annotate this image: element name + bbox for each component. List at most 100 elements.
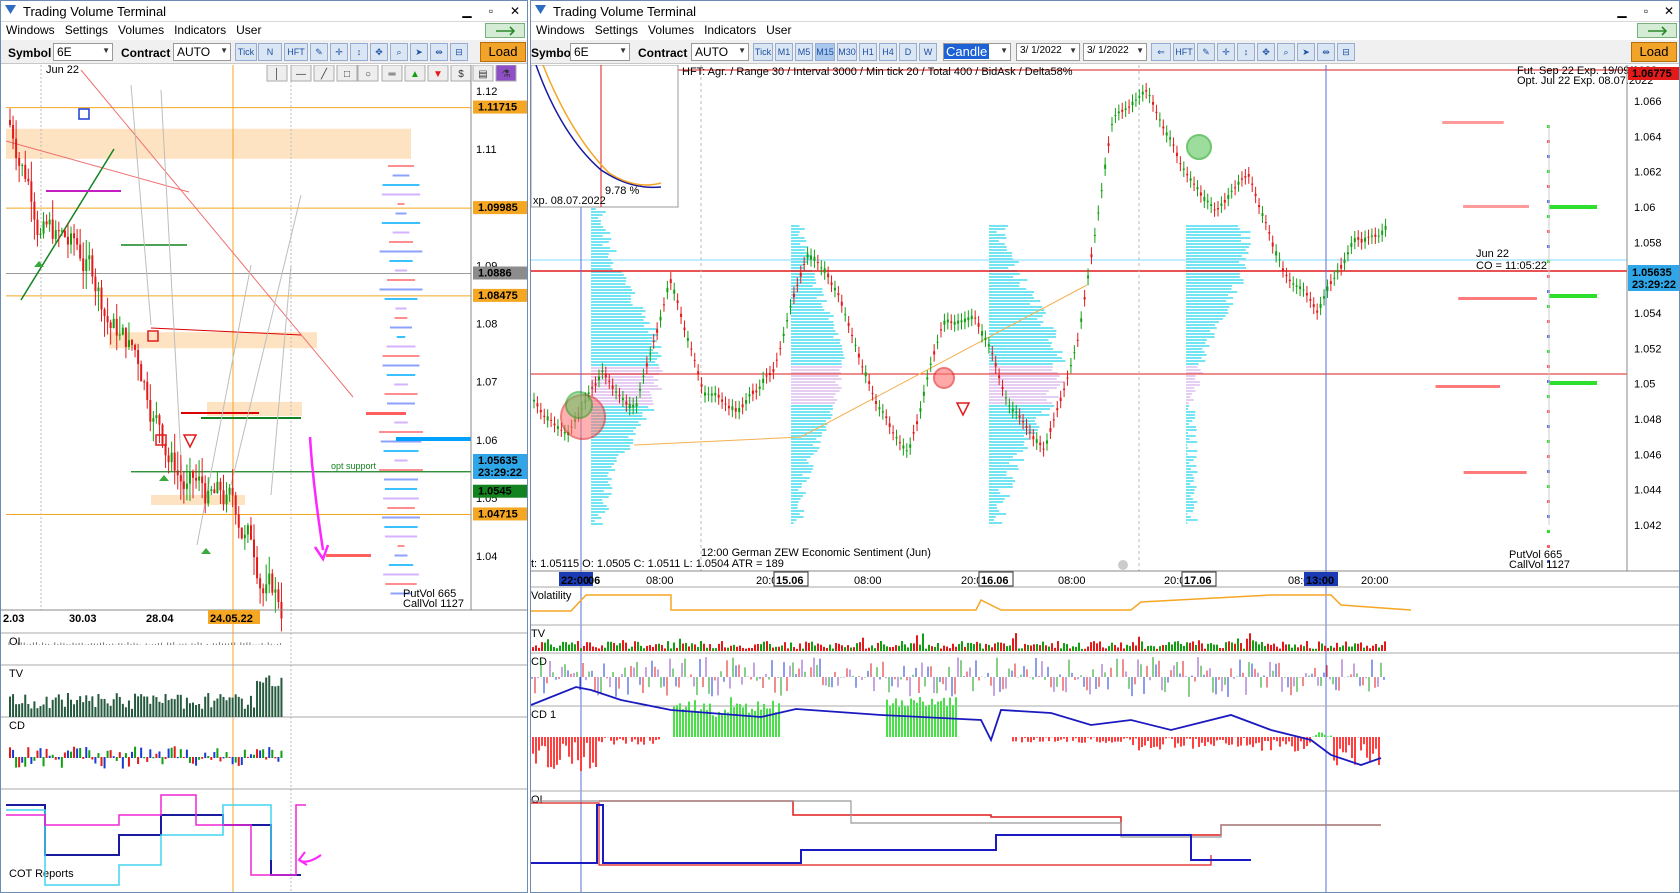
drawing-tool-button[interactable]: ▤ [472,65,494,82]
panel-label: CD [9,720,25,732]
menu-windows[interactable]: Windows [1,22,60,37]
timeframe-m1[interactable]: M1 [775,43,793,61]
symbol-select[interactable]: 6E ▼ [570,43,630,61]
tv-bar [697,646,699,651]
menu-volumes[interactable]: Volumes [113,22,169,37]
cd1-bar [1378,737,1380,765]
volume-profile-bar [791,465,814,467]
cd-bar [9,747,11,758]
right-chart-area[interactable]: 9.78 %xp. 08.07.2022HFT: Agr. / Range 30… [531,65,1680,893]
maximize-icon[interactable]: ▫ [480,3,502,19]
tick-button[interactable]: Tick [235,43,257,61]
pen-icon[interactable]: ✎ [1197,43,1215,61]
cd-bar [274,757,277,759]
drawing-tool-button[interactable]: ○ [357,65,379,82]
cd1-bar [1210,737,1212,745]
contract-select[interactable]: AUTO ▼ [173,43,231,61]
menu-indicators[interactable]: Indicators [699,22,761,37]
timeframe-m15[interactable]: M15 [815,43,835,61]
menu-indicators[interactable]: Indicators [169,22,231,37]
large-trade-circle [933,367,955,389]
drawing-tool-button[interactable]: □ [336,65,358,82]
cd1-bar [1315,734,1317,737]
date-from-picker[interactable]: 3/ 1/2022 ▼ [1016,43,1080,61]
crosshair-icon[interactable]: ✛ [1217,43,1235,61]
timeframe-h4[interactable]: H4 [879,43,897,61]
move-icon[interactable]: ✥ [370,43,388,61]
range-icon[interactable]: ⇹ [430,43,448,61]
refresh-button[interactable] [485,23,525,38]
zoom-icon[interactable]: ⌕ [1277,43,1295,61]
option-level-bar [384,526,418,528]
panel-label: OI [531,794,543,806]
left-chart-area[interactable]: │ — ╱ □ ○ ═ ▲ ▼ $ ▤ ⚗opt support1.121.111.091.081.… [1,65,528,893]
drawing-tool-button[interactable]: ▲ [404,65,426,82]
timeframe-m5[interactable]: M5 [795,43,813,61]
cursor-icon[interactable]: ➤ [1297,43,1315,61]
drawing-tool-button[interactable]: ⚗ [495,65,517,82]
option-level-bar [1442,121,1504,124]
minimize-icon[interactable]: ▁ [456,3,478,19]
drawing-tool-button[interactable]: ▼ [427,65,449,82]
candle-body [1134,99,1137,101]
close-icon[interactable]: ✕ [504,3,526,19]
candle-body [1217,208,1219,210]
refresh-button[interactable] [1637,23,1677,38]
hft-button[interactable]: HFT [1173,43,1195,61]
volume-profile-bar [591,310,646,312]
fit-icon[interactable]: ⊟ [1337,43,1355,61]
timeframe-h1[interactable]: H1 [859,43,877,61]
cd-bar [63,752,66,758]
symbol-select[interactable]: 6E ▼ [53,43,113,61]
zoom-icon[interactable]: ⌕ [390,43,408,61]
vertical-scale-icon[interactable]: ↕ [1237,43,1255,61]
load-button[interactable]: Load [1631,42,1677,62]
fit-icon[interactable]: ⊟ [450,43,468,61]
date-to-picker[interactable]: 3/ 1/2022 ▼ [1083,43,1147,61]
range-icon[interactable]: ⇹ [1317,43,1335,61]
timeframe-tick[interactable]: Tick [753,43,773,61]
cursor-icon[interactable]: ➤ [410,43,428,61]
drawing-tool-button[interactable]: ═ [381,65,403,82]
event-dot-icon[interactable] [1118,560,1128,570]
menu-user[interactable]: User [761,22,796,37]
menu-settings[interactable]: Settings [590,22,643,37]
minimize-icon[interactable]: ▁ [1611,3,1633,19]
drawing-tool-button[interactable]: $ [450,65,472,82]
volume-profile-bar [591,487,613,489]
chart-type-select[interactable]: Candle ▼ [943,43,1011,61]
timeframe-d[interactable]: D [899,43,917,61]
crosshair-icon[interactable]: ✛ [330,43,348,61]
drawing-tool-button[interactable]: ╱ [313,65,335,82]
vertical-scale-icon[interactable]: ↕ [350,43,368,61]
candle-body [1353,238,1356,243]
candle-body [632,404,635,408]
menu-windows[interactable]: Windows [531,22,590,37]
drawing-tool-button[interactable]: │ [266,65,288,82]
menu-user[interactable]: User [231,22,266,37]
candle-body [88,255,91,260]
drawing-tool-button[interactable]: — [290,65,312,82]
menu-settings[interactable]: Settings [60,22,113,37]
move-icon[interactable]: ✥ [1257,43,1275,61]
cd1-bar [1081,737,1083,743]
close-icon[interactable]: ✕ [1658,3,1679,19]
back-arrow-icon[interactable]: ⇐ [1151,43,1171,61]
maximize-icon[interactable]: ▫ [1635,3,1657,19]
candle-body [109,322,112,329]
cd-bar [228,756,231,758]
pen-icon[interactable]: ✎ [310,43,328,61]
tv-bar [949,648,951,651]
timeframe-w[interactable]: W [919,43,937,61]
volume-profile-bar [1186,285,1233,287]
cd-bar [246,756,249,758]
menu-volumes[interactable]: Volumes [643,22,699,37]
tv-bar [1144,648,1146,651]
timeframe-m30[interactable]: M30 [837,43,857,61]
n-button[interactable]: N [258,43,282,61]
tv-bar [973,644,975,651]
hft-button[interactable]: HFT [284,43,308,61]
contract-select[interactable]: AUTO ▼ [691,43,749,61]
load-button[interactable]: Load [480,42,526,62]
volume-profile-bar [591,244,603,246]
